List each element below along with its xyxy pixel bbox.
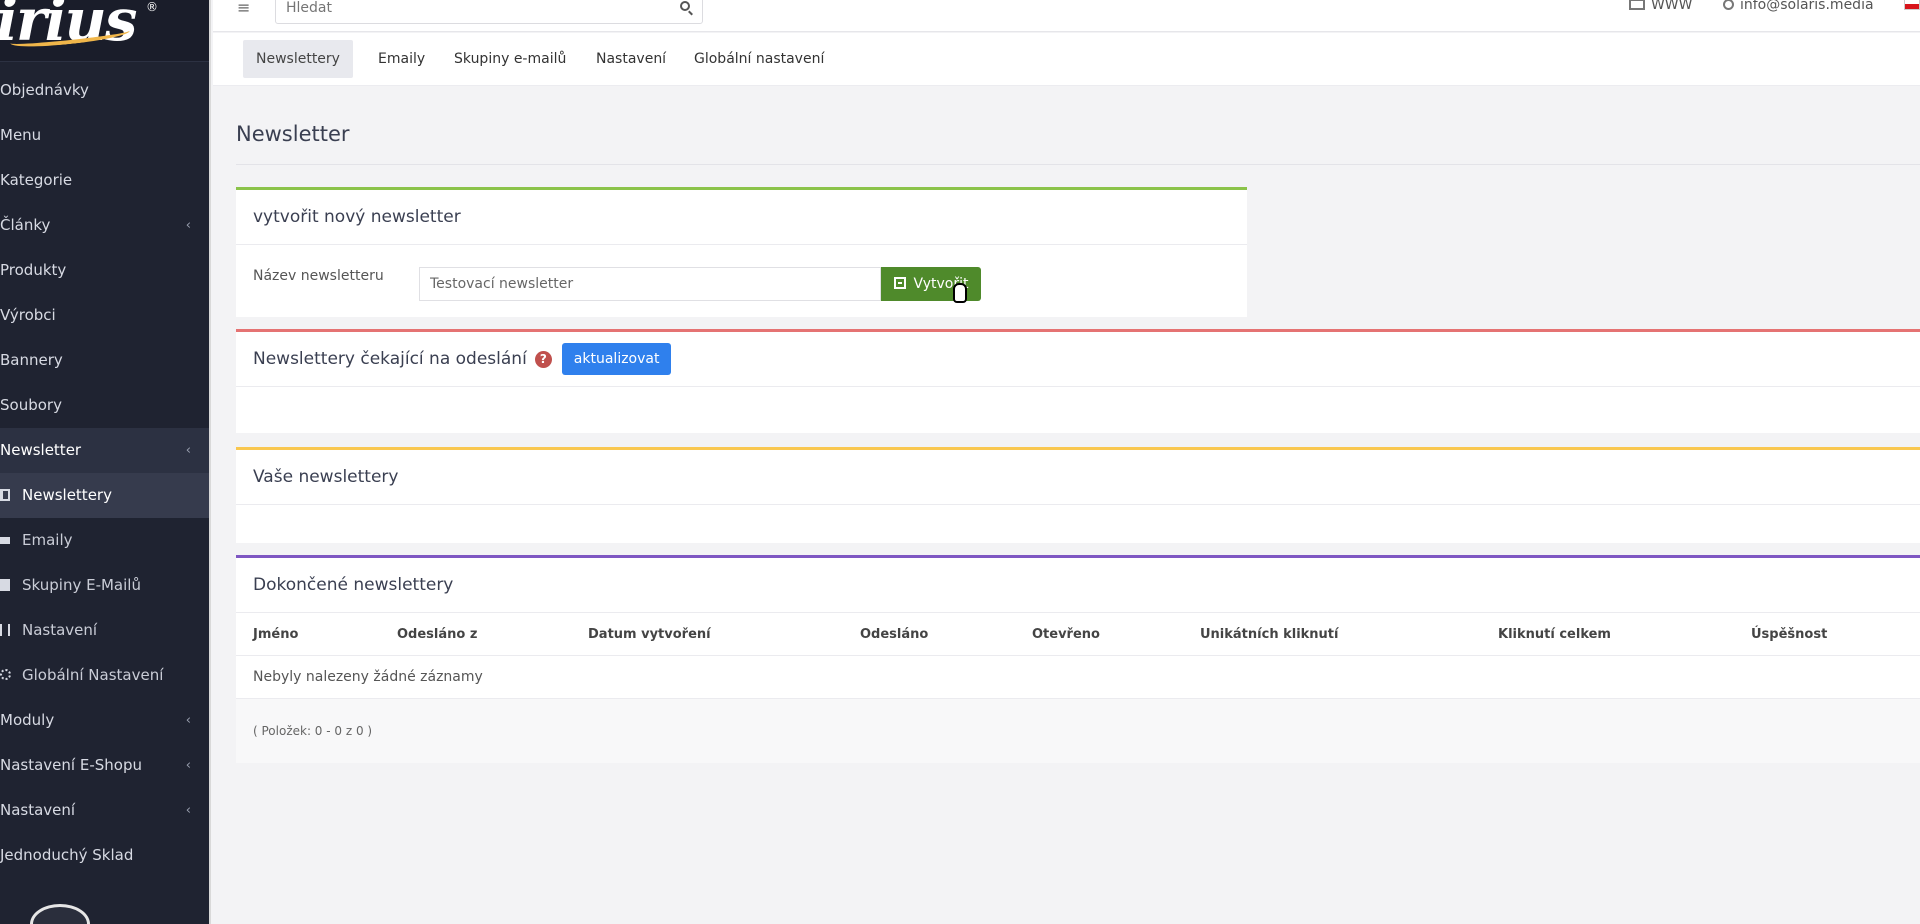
search-icon[interactable] — [680, 1, 690, 11]
sidebar-item-files[interactable]: Soubory — [0, 383, 209, 428]
sidebar-item-label: Jednoduchý Sklad — [0, 846, 134, 864]
sidebar-item-label: Produkty — [0, 261, 67, 279]
sidebar-item-manufacturers[interactable]: Výrobci — [0, 293, 209, 338]
column-header-opened[interactable]: Otevřeno — [1032, 627, 1100, 642]
panel-title: Vaše newslettery — [236, 450, 1920, 505]
sidebar-item-label: Objednávky — [0, 81, 89, 99]
search-box — [275, 0, 703, 24]
sidebar-item-products[interactable]: Produkty — [0, 248, 209, 293]
sidebar-item-simple-stock[interactable]: Jednoduchý Sklad — [0, 833, 209, 878]
pagination-info: ( Položek: 0 - 0 z 0 ) — [236, 699, 1920, 763]
panel-title: vytvořit nový newsletter — [236, 190, 1247, 245]
sidebar-item-label: Newslettery — [22, 486, 112, 504]
hand-cursor-icon — [953, 283, 967, 303]
sidebar-item-label: Skupiny E-Mailů — [22, 576, 141, 594]
chevron-left-icon: ‹ — [185, 218, 191, 233]
sidebar-item-label: Nastavení — [0, 801, 76, 819]
user-email: info@solaris.media — [1739, 0, 1874, 13]
column-header-name[interactable]: Jméno — [253, 627, 298, 642]
panel-title: Dokončené newslettery — [236, 558, 1920, 613]
your-newsletters-panel: Vaše newslettery — [236, 447, 1920, 543]
monitor-icon — [1628, 0, 1645, 10]
page-title: Newsletter — [236, 122, 350, 146]
address-book-icon — [0, 579, 10, 591]
logo[interactable]: irius ® — [0, 0, 209, 62]
title-divider — [236, 164, 1920, 165]
sidebar-item-label: Menu — [0, 126, 42, 144]
sidebar-item-categories[interactable]: Kategorie — [0, 158, 209, 203]
sidebar-item-articles[interactable]: Články ‹ — [0, 203, 209, 248]
sidebar-item-label: Výrobci — [0, 306, 56, 324]
partner-badge-icon — [30, 904, 90, 924]
search-input[interactable] — [276, 0, 656, 21]
topbar: ≡ WWW info@solaris.media — [213, 0, 1920, 32]
table-header: Jméno Odesláno z Datum vytvoření Odeslán… — [236, 613, 1920, 656]
newspaper-icon — [0, 489, 10, 501]
chevron-left-icon: ‹ — [185, 443, 191, 458]
sidebar-item-newsletter[interactable]: Newsletter ‹ — [0, 428, 209, 473]
sidebar-item-newsletters[interactable]: Newslettery — [0, 473, 209, 518]
www-label: WWW — [1650, 0, 1693, 13]
sidebar-item-eshop-settings[interactable]: Nastavení E-Shopu ‹ — [0, 743, 209, 788]
sidebar-item-label: Globální Nastavení — [22, 666, 164, 684]
tab-email-groups[interactable]: Skupiny e-mailů — [441, 40, 579, 78]
column-header-total-clicks[interactable]: Kliknutí celkem — [1498, 627, 1611, 642]
sidebar-item-global-settings[interactable]: Globální Nastavení — [0, 653, 209, 698]
sidebar-nav: Objednávky Menu Kategorie Články ‹ Produk… — [0, 68, 209, 878]
sidebar-item-label: Soubory — [0, 396, 62, 414]
chevron-left-icon: ‹ — [185, 803, 191, 818]
user-icon — [1722, 0, 1734, 10]
sidebar-item-menu[interactable]: Menu — [0, 113, 209, 158]
sidebar-item-label: Moduly — [0, 711, 55, 729]
completed-newsletters-panel: Dokončené newslettery Jméno Odesláno z D… — [236, 555, 1920, 763]
newsletter-name-label: Název newsletteru — [253, 268, 384, 284]
plus-square-icon — [893, 277, 906, 289]
sidebar: irius ® Objednávky Menu Kategorie Články… — [0, 0, 211, 924]
sidebar-item-label: Nastavení E-Shopu — [0, 756, 142, 774]
czech-flag-icon[interactable] — [1904, 0, 1920, 10]
column-header-sent-from[interactable]: Odesláno z — [397, 627, 477, 642]
sidebar-item-settings[interactable]: Nastavení ‹ — [0, 788, 209, 833]
sidebar-item-label: Články — [0, 216, 51, 234]
logo-registered-mark: ® — [146, 0, 158, 14]
sidebar-item-label: Kategorie — [0, 171, 73, 189]
column-header-success-rate[interactable]: Úspěšnost — [1751, 627, 1827, 642]
panel-title: Newslettery čekající na odeslání — [253, 349, 527, 369]
sidebar-item-modules[interactable]: Moduly ‹ — [0, 698, 209, 743]
envelope-icon — [0, 537, 10, 544]
tab-newsletters[interactable]: Newslettery — [243, 40, 353, 78]
panel-header: Newslettery čekající na odeslání? aktuali… — [236, 332, 1920, 387]
waiting-newsletters-panel: Newslettery čekající na odeslání? aktuali… — [236, 329, 1920, 433]
tab-global-settings[interactable]: Globální nastavení — [681, 40, 837, 78]
sidebar-item-newsletter-settings[interactable]: Nastavení — [0, 608, 209, 653]
update-button[interactable]: aktualizovat — [561, 343, 672, 375]
sidebar-item-emails[interactable]: Emaily — [0, 518, 209, 563]
column-header-unique-clicks[interactable]: Unikátních kliknutí — [1200, 627, 1338, 642]
module-tabs: Newslettery Emaily Skupiny e-mailů Nasta… — [213, 33, 1920, 86]
sliders-icon — [0, 624, 10, 636]
sidebar-item-label: Emaily — [22, 531, 73, 549]
sidebar-item-banners[interactable]: Bannery — [0, 338, 209, 383]
menu-icon[interactable]: ≡ — [237, 0, 250, 17]
gear-icon — [0, 669, 11, 680]
www-link[interactable]: WWW — [1628, 0, 1693, 13]
user-menu[interactable]: info@solaris.media — [1722, 0, 1874, 13]
chevron-left-icon: ‹ — [185, 758, 191, 773]
topbar-actions: WWW info@solaris.media — [1628, 0, 1920, 15]
tab-settings[interactable]: Nastavení — [583, 40, 679, 78]
chevron-left-icon: ‹ — [185, 713, 191, 728]
column-header-created-date[interactable]: Datum vytvoření — [588, 627, 711, 642]
column-header-sent[interactable]: Odesláno — [860, 627, 928, 642]
sidebar-item-orders[interactable]: Objednávky — [0, 68, 209, 113]
empty-table-message: Nebyly nalezeny žádné záznamy — [236, 656, 1920, 699]
sidebar-item-email-groups[interactable]: Skupiny E-Mailů — [0, 563, 209, 608]
question-circle-icon[interactable]: ? — [534, 351, 552, 368]
newsletter-name-input[interactable] — [419, 267, 881, 301]
sidebar-item-label: Newsletter — [0, 441, 82, 459]
sidebar-item-label: Bannery — [0, 351, 63, 369]
tab-emails[interactable]: Emaily — [365, 40, 438, 78]
sidebar-item-label: Nastavení — [22, 621, 98, 639]
create-newsletter-panel: vytvořit nový newsletter Název newslette… — [236, 187, 1247, 317]
